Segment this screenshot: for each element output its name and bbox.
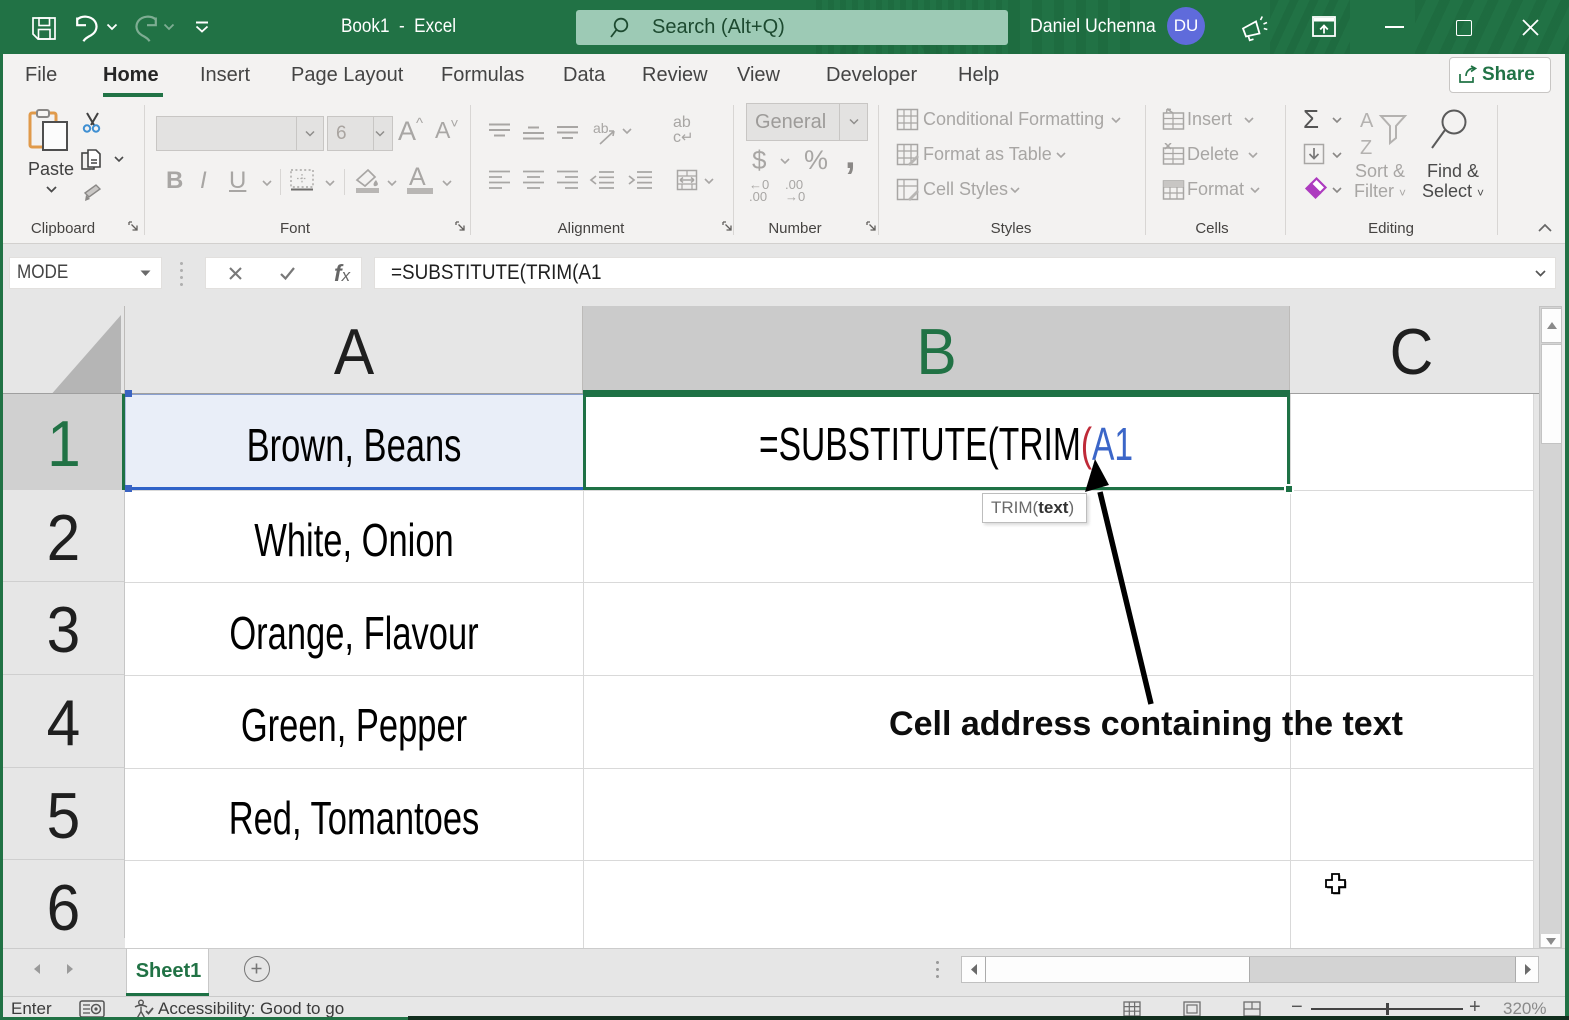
svg-text:ab: ab [593, 120, 609, 136]
svg-text:A: A [1360, 110, 1374, 132]
svg-text:Z: Z [1360, 137, 1372, 158]
